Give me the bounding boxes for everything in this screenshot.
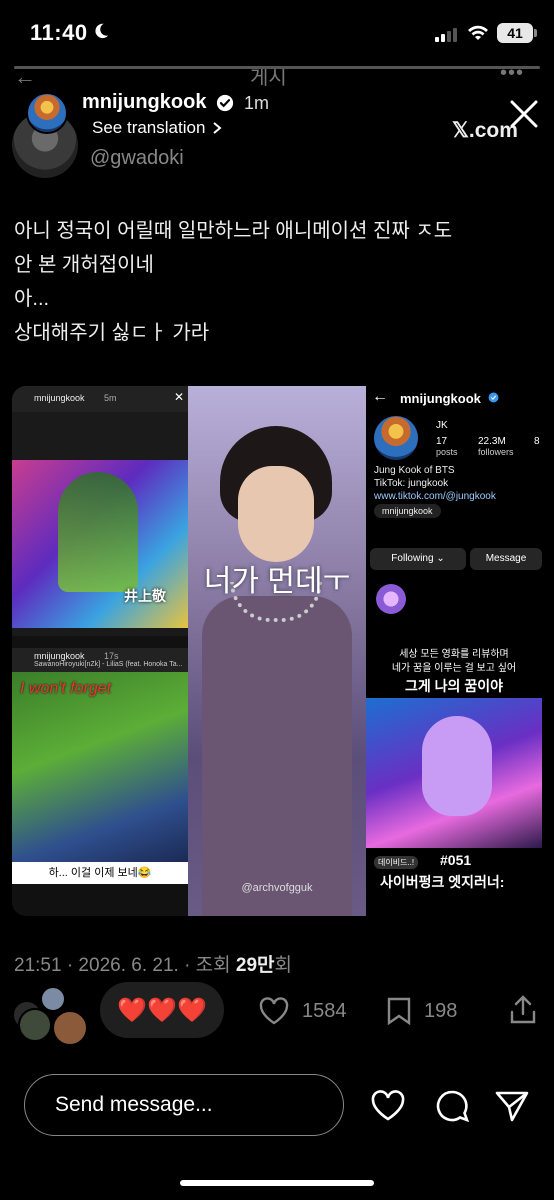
- tweet-line: 상대해주기 싫ㄷㅏ 가라: [14, 322, 210, 344]
- post-meta: 21:51 · 2026. 6. 21. · 조회 29만회: [14, 950, 292, 977]
- verified-icon: [488, 392, 499, 403]
- reaction-bubble[interactable]: ❤️❤️❤️: [100, 982, 224, 1038]
- collage-panel-anime-post: mnijungkook 17s SawanoHiroyuki[nZk] - Li…: [12, 648, 188, 884]
- panel-time: 17s: [104, 651, 119, 661]
- bookmark-action[interactable]: 198: [386, 996, 457, 1026]
- photo-shirt: [202, 596, 352, 916]
- profile-display-name: JK: [436, 420, 448, 431]
- tweet-line: 아니 정국이 어릴때 일만하느라 애니메이션 진짜 ㅈ도: [14, 220, 453, 242]
- tweet-line: 아...: [14, 288, 50, 310]
- post-views: 29만: [235, 955, 275, 976]
- cyberpunk-caption: 사이버펑크 엣지러너:: [380, 874, 505, 890]
- post-views-suffix: 회: [274, 955, 293, 976]
- message-button: Message: [470, 548, 542, 570]
- bookmark-icon: [387, 997, 411, 1026]
- profile-header: ← mnijungkook: [366, 386, 542, 410]
- anime-character-figure: [58, 472, 138, 592]
- moon-icon: [95, 23, 109, 39]
- cellular-signal-icon: [435, 26, 459, 42]
- battery-tip: [534, 29, 537, 37]
- panel-music: SawanoHiroyuki[nZk] - LiliaS (feat. Hono…: [34, 661, 183, 668]
- comment-icon[interactable]: [434, 1088, 470, 1124]
- close-icon[interactable]: [506, 96, 542, 132]
- cyberpunk-character: [422, 716, 492, 816]
- story-time: 1m: [244, 93, 270, 113]
- video-subtitle: 세상 모든 영화를 리뷰하며 네가 꿈을 이루는 걸 보고 싶어 그게 나의 꿈…: [391, 649, 517, 694]
- photo-face: [238, 466, 314, 562]
- wifi-icon: [468, 25, 488, 40]
- collage-panel-photo: [188, 386, 366, 916]
- profile-link: www.tiktok.com/@jungkook: [374, 491, 496, 502]
- heart-icon: [259, 997, 289, 1025]
- panel-username: mnijungkook: [34, 393, 85, 403]
- following-button: Following ⌄: [370, 548, 466, 570]
- threads-chip: mnijungkook: [374, 504, 441, 518]
- like-action[interactable]: 1584: [258, 996, 347, 1026]
- see-translation-link[interactable]: See translation: [92, 118, 223, 138]
- see-translation-label: See translation: [92, 118, 206, 137]
- tweet-text: 아니 정국이 어릴때 일만하느라 애니메이션 진짜 ㅈ도 안 본 개허접이네 아…: [14, 214, 544, 350]
- panel-time: 5m: [104, 393, 117, 403]
- side-label: 데이비드..!: [374, 856, 419, 869]
- photo-credit: @archvofgguk: [241, 882, 313, 894]
- profile-stat-posts: 17 posts: [436, 436, 458, 457]
- collage-panel-profile: ← mnijungkook JK 17 posts 22.3M followers …: [366, 386, 542, 916]
- viewer-avatar: [40, 986, 66, 1012]
- status-bar: 11:40 41: [0, 0, 554, 64]
- profile-highlight: [376, 584, 406, 614]
- profile-avatar: [374, 416, 418, 460]
- send-message-input[interactable]: Send message...: [24, 1074, 344, 1136]
- art-text: I won't forget: [20, 680, 112, 697]
- tweet-line: 안 본 개허접이네: [14, 254, 154, 276]
- bookmark-count: 198: [424, 999, 458, 1022]
- tweet-image-collage[interactable]: mnijungkook 5m ✕ 井上敬 mnijungkook 17s Saw…: [12, 386, 542, 916]
- photo-overlay-text: 너가 먼데ㅜ: [203, 565, 351, 598]
- send-icon[interactable]: [494, 1088, 530, 1124]
- story-author-avatar[interactable]: [26, 92, 68, 134]
- panel-username: mnijungkook: [34, 651, 85, 661]
- chevron-right-icon: [213, 122, 222, 134]
- collage-panel-anime-story: mnijungkook 5m ✕ 井上敬: [12, 386, 188, 636]
- panel-story-bar: mnijungkook 5m ✕: [12, 386, 188, 412]
- status-time: 11:40: [30, 20, 88, 45]
- profile-back-icon: ←: [372, 388, 388, 405]
- story-progress-bar: [14, 66, 540, 69]
- profile-stat-followers: 22.3M followers: [478, 436, 514, 457]
- home-indicator: [180, 1180, 374, 1186]
- battery-indicator: 41: [497, 23, 533, 43]
- profile-bio: Jung Kook of BTS TikTok: jungkook www.ti…: [374, 464, 542, 503]
- viewer-avatar: [52, 1010, 88, 1046]
- anime-group-artwork-image: [12, 672, 188, 862]
- panel-caption: 하... 이걸 이제 보네😂: [12, 862, 188, 884]
- heart-icon[interactable]: [370, 1088, 406, 1124]
- tweet-author-handle: @gwadoki: [90, 147, 184, 169]
- panel-close-icon: ✕: [174, 390, 185, 404]
- episode-tag: #051: [440, 852, 472, 868]
- like-count: 1584: [302, 999, 347, 1022]
- post-timestamp: 21:51 · 2026. 6. 21. · 조회: [14, 955, 236, 976]
- profile-stat-following: 8: [534, 436, 540, 447]
- profile-username: mnijungkook: [400, 391, 481, 406]
- viewer-avatar: [18, 1008, 52, 1042]
- share-icon[interactable]: [508, 994, 538, 1026]
- viewer-avatars[interactable]: [12, 986, 92, 1046]
- anime-caption: 井上敬: [124, 588, 166, 604]
- story-username[interactable]: mnijungkook: [82, 91, 206, 114]
- verified-badge-icon: [216, 94, 234, 112]
